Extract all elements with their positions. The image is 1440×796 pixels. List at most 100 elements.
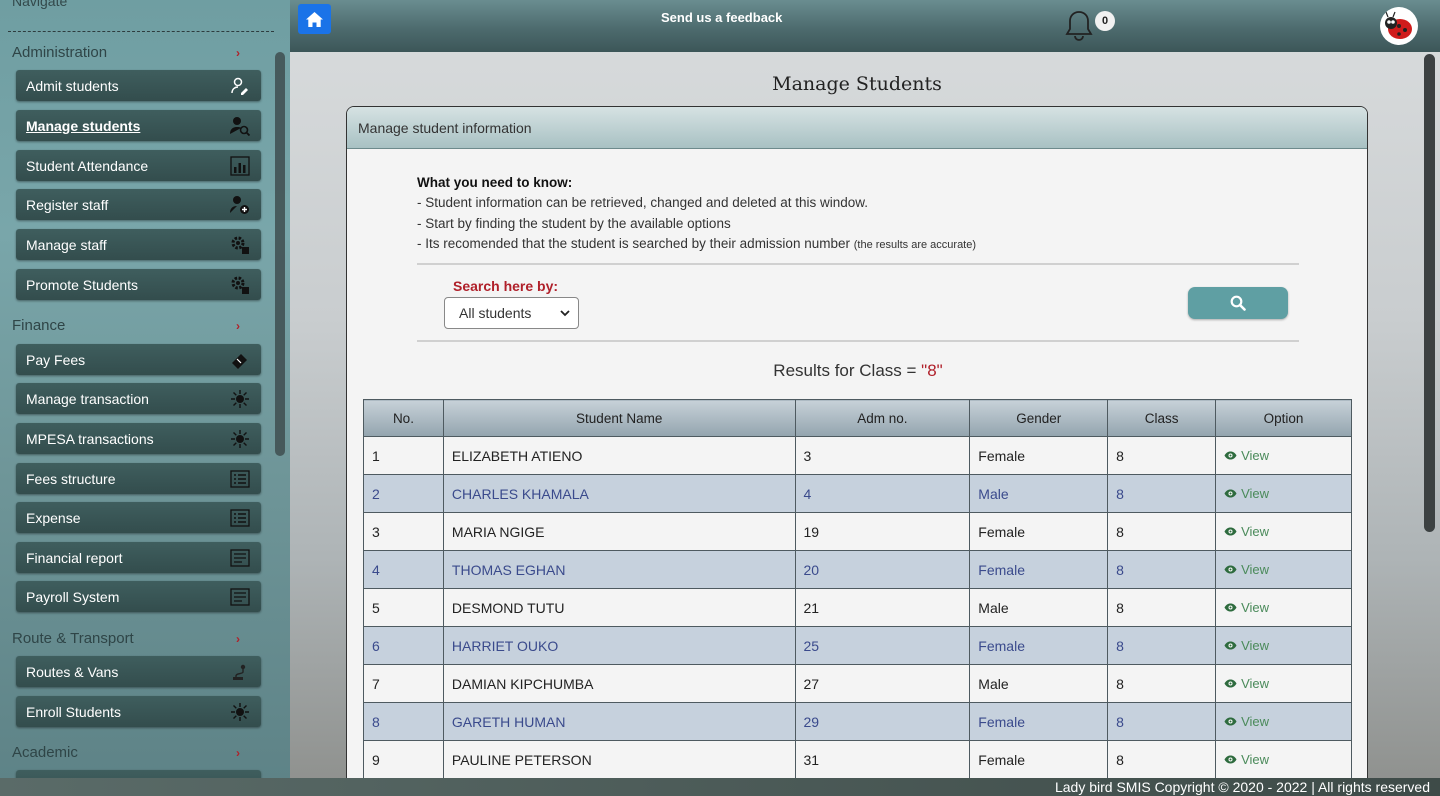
eye-icon xyxy=(1224,714,1237,729)
sidebar-item-pay-fees[interactable]: Pay Fees xyxy=(16,344,261,375)
section-label: Route & Transport xyxy=(12,630,134,647)
user-search-icon xyxy=(229,115,251,137)
sidebar-item-payroll-system[interactable]: Payroll System xyxy=(16,581,261,612)
table-cell: CHARLES KHAMALA xyxy=(442,474,796,513)
sidebar-item-manage-transaction[interactable]: Manage transaction xyxy=(16,383,261,414)
sidebar-item-expense[interactable]: Expense xyxy=(16,502,261,533)
main-scrollbar[interactable] xyxy=(1424,54,1435,532)
chevron-right-icon: › xyxy=(236,631,240,646)
table-cell: 20 xyxy=(794,550,971,589)
chevron-right-icon: › xyxy=(236,745,240,760)
bell-icon[interactable] xyxy=(1065,10,1093,42)
search-by-select[interactable]: All students xyxy=(444,297,579,329)
feedback-link[interactable]: Send us a feedback xyxy=(661,10,782,25)
view-link[interactable]: View xyxy=(1224,752,1269,767)
table-cell: 8 xyxy=(363,702,444,741)
section-administration[interactable]: Administration › xyxy=(12,44,240,61)
view-link[interactable]: View xyxy=(1224,638,1269,653)
home-button[interactable] xyxy=(298,4,331,34)
table-cell: ELIZABETH ATIENO xyxy=(442,436,796,475)
view-link[interactable]: View xyxy=(1224,486,1269,501)
sidebar-item-label: Promote Students xyxy=(26,276,139,293)
sidebar-item-routes-vans[interactable]: Routes & Vans xyxy=(16,656,261,687)
table-cell: Female xyxy=(969,436,1109,475)
table-cell: 4 xyxy=(363,550,444,589)
footer: Lady bird SMIS Copyright © 2020 - 2022 |… xyxy=(0,778,1440,796)
view-label: View xyxy=(1241,600,1270,615)
sidebar-item-manage-students[interactable]: Manage students xyxy=(16,110,261,141)
table-row: 7 DAMIAN KIPCHUMBA 27 Male 8 View xyxy=(363,664,1352,703)
table-cell: 4 xyxy=(794,474,971,513)
table-row: 8 GARETH HUMAN 29 Female 8 View xyxy=(363,702,1352,741)
eye-icon xyxy=(1224,638,1237,653)
view-link[interactable]: View xyxy=(1224,448,1269,463)
table-cell: DAMIAN KIPCHUMBA xyxy=(442,664,796,703)
sidebar-item-admit-students[interactable]: Admit students xyxy=(16,70,261,101)
gear-icon xyxy=(229,234,251,256)
section-label: Administration xyxy=(12,44,108,61)
eye-icon xyxy=(1224,676,1237,691)
sidebar-item-manage-staff[interactable]: Manage staff xyxy=(16,229,261,260)
section-route-transport[interactable]: Route & Transport › xyxy=(12,630,240,647)
table-cell: 2 xyxy=(363,474,444,513)
sidebar-item-fees-structure[interactable]: Fees structure xyxy=(16,463,261,494)
view-link[interactable]: View xyxy=(1224,562,1269,577)
column-header[interactable]: Option xyxy=(1215,399,1352,437)
sidebar-item-label: Manage staff xyxy=(26,236,107,253)
sidebar-scrollbar[interactable] xyxy=(275,52,285,456)
sidebar-item-label: Admit students xyxy=(26,77,119,94)
sidebar-item-promote-students[interactable]: Promote Students xyxy=(16,269,261,300)
column-header[interactable]: Class xyxy=(1107,399,1217,437)
table-cell: 8 xyxy=(1107,664,1217,703)
home-icon xyxy=(306,11,323,27)
sidebar-item-register-staff[interactable]: Register staff xyxy=(16,189,261,220)
section-academic[interactable]: Academic › xyxy=(12,744,240,761)
sidebar-item-label: Manage transaction xyxy=(26,390,149,407)
divider xyxy=(417,340,1299,342)
view-link[interactable]: View xyxy=(1224,676,1269,691)
info-line: - Start by finding the student by the av… xyxy=(417,215,731,231)
table-cell: 3 xyxy=(794,436,971,475)
column-header[interactable]: Gender xyxy=(969,399,1109,437)
view-link[interactable]: View xyxy=(1224,714,1269,729)
table-cell: Female xyxy=(969,702,1109,741)
sidebar-item-mpesa-transactions[interactable]: MPESA transactions xyxy=(16,423,261,454)
view-label: View xyxy=(1241,714,1270,729)
view-label: View xyxy=(1241,752,1270,767)
results-prefix: Results for Class = xyxy=(773,361,922,380)
sidebar-item-label: Register staff xyxy=(26,196,109,213)
top-bar: Send us a feedback 0 xyxy=(290,0,1440,52)
table-row: 2 CHARLES KHAMALA 4 Male 8 View xyxy=(363,474,1352,513)
search-button[interactable] xyxy=(1188,287,1288,319)
table-cell: DESMOND TUTU xyxy=(442,588,796,627)
sidebar-item-label: Financial report xyxy=(26,549,123,566)
section-label: Finance xyxy=(12,317,66,334)
view-label: View xyxy=(1241,486,1270,501)
manage-students-card: Manage student information What you need… xyxy=(346,106,1368,796)
table-cell: Female xyxy=(969,740,1109,779)
sidebar-item-partial[interactable] xyxy=(16,770,261,778)
sidebar-item-student-attendance[interactable]: Student Attendance xyxy=(16,150,261,181)
view-link[interactable]: View xyxy=(1224,524,1269,539)
column-header[interactable]: No. xyxy=(363,399,444,437)
table-cell: View xyxy=(1215,550,1352,589)
copyright-text: Lady bird SMIS Copyright © 2020 - 2022 |… xyxy=(1054,779,1430,795)
search-icon xyxy=(1230,295,1246,311)
avatar[interactable] xyxy=(1380,7,1418,45)
table-cell: 8 xyxy=(1107,436,1217,475)
sun-icon xyxy=(229,388,251,410)
user-add-icon xyxy=(229,194,251,216)
list-icon xyxy=(229,547,251,569)
students-table: No. Student Name Adm no. Gender Class Op… xyxy=(363,399,1352,779)
sidebar-item-label: Routes & Vans xyxy=(26,663,119,680)
view-link[interactable]: View xyxy=(1224,600,1269,615)
sidebar-item-financial-report[interactable]: Financial report xyxy=(16,542,261,573)
table-cell: View xyxy=(1215,664,1352,703)
column-header[interactable]: Student Name xyxy=(442,399,796,437)
sidebar-item-enroll-students[interactable]: Enroll Students xyxy=(16,696,261,727)
section-finance[interactable]: Finance › xyxy=(12,317,240,334)
column-header[interactable]: Adm no. xyxy=(794,399,971,437)
results-value: "8" xyxy=(921,361,943,380)
table-icon xyxy=(229,468,251,490)
table-row: 5 DESMOND TUTU 21 Male 8 View xyxy=(363,588,1352,627)
